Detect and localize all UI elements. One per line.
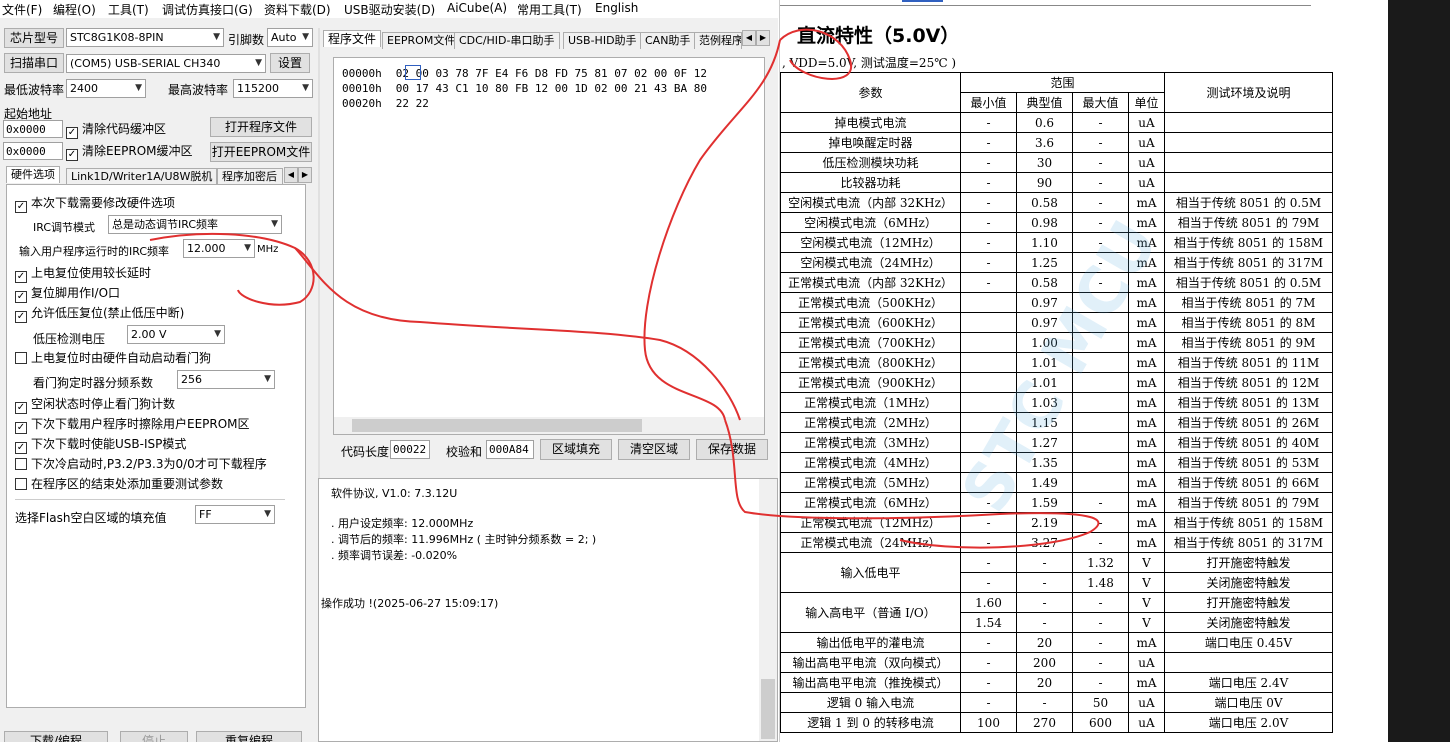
annotation-circle-bottom xyxy=(724,419,1100,549)
annotation-loop-top xyxy=(779,28,853,80)
annotation-line-left xyxy=(294,247,741,421)
annotation-line-top xyxy=(643,39,781,421)
annotation-overlay xyxy=(149,28,1100,549)
annotation-loop-left xyxy=(149,232,315,306)
